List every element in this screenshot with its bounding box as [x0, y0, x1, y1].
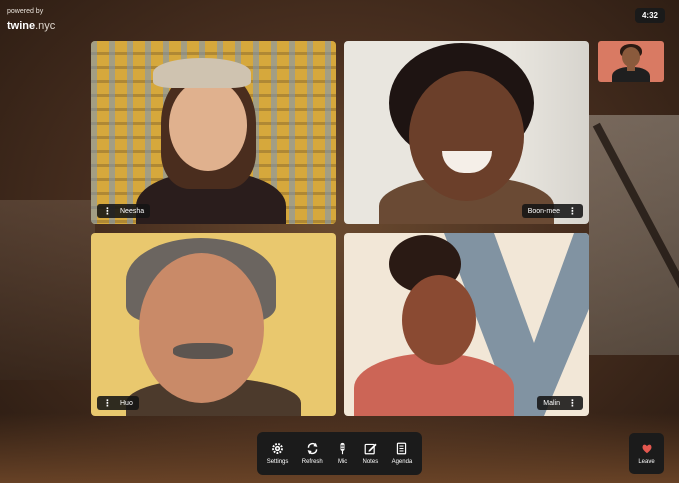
brand-name-text: twine: [7, 20, 36, 32]
participant-face: [139, 253, 264, 403]
participant-menu-icon[interactable]: ⋮: [103, 206, 112, 216]
mic-button[interactable]: Mic: [336, 442, 349, 465]
leave-icon: [642, 444, 651, 454]
participant-name: Neesha: [120, 207, 145, 215]
notes-label: Notes: [362, 459, 379, 465]
participant-tile-malin[interactable]: Malin ⋮: [344, 233, 589, 416]
session-timer: 4:32: [635, 8, 665, 23]
powered-by-label: powered by: [7, 8, 44, 15]
refresh-label: Refresh: [301, 459, 323, 465]
participant-tile-neesha[interactable]: ⋮ Neesha: [91, 41, 336, 224]
call-toolbar: Settings Refresh Mic Notes Agenda: [257, 432, 422, 475]
agenda-label: Agenda: [391, 459, 413, 465]
participant-face: [402, 275, 476, 365]
agenda-button[interactable]: Agenda: [391, 442, 413, 465]
participant-tile-boon-mee[interactable]: Boon-mee ⋮: [344, 41, 589, 224]
brand-domain-text: .nyc: [35, 20, 56, 32]
notes-icon: [364, 443, 377, 455]
brand-name: twine.nyc: [7, 20, 55, 32]
refresh-icon: [307, 442, 318, 455]
background-window-left: [0, 200, 95, 380]
agenda-icon: [397, 442, 407, 455]
name-tag: ⋮ Huo: [97, 396, 139, 410]
participant-menu-icon[interactable]: ⋮: [568, 398, 577, 408]
self-view-head: [622, 47, 640, 67]
participant-menu-icon[interactable]: ⋮: [568, 206, 577, 216]
leave-label: Leave: [638, 459, 655, 465]
brand-logo: powered by twine.nyc: [7, 8, 55, 33]
settings-label: Settings: [266, 459, 289, 465]
mic-icon: [340, 442, 345, 455]
background-window-right: [589, 115, 679, 355]
participant-headband: [153, 58, 251, 88]
leave-button[interactable]: Leave: [629, 433, 664, 474]
participant-face: [169, 79, 247, 171]
participant-face: [409, 71, 524, 201]
participant-name: Huo: [120, 399, 133, 407]
settings-button[interactable]: Settings: [266, 442, 289, 465]
name-tag: Malin ⋮: [537, 396, 583, 410]
participant-menu-icon[interactable]: ⋮: [103, 398, 112, 408]
gear-icon: [272, 443, 283, 454]
refresh-button[interactable]: Refresh: [302, 442, 323, 465]
participant-tile-huo[interactable]: ⋮ Huo: [91, 233, 336, 416]
participant-name: Boon-mee: [527, 207, 560, 215]
notes-button[interactable]: Notes: [362, 442, 379, 465]
self-view-video[interactable]: [598, 41, 664, 82]
name-tag: ⋮ Neesha: [97, 204, 151, 218]
participant-name: Malin: [543, 399, 560, 407]
name-tag: Boon-mee ⋮: [521, 204, 583, 218]
mic-label: Mic: [337, 459, 348, 465]
participant-mustache: [173, 343, 233, 359]
